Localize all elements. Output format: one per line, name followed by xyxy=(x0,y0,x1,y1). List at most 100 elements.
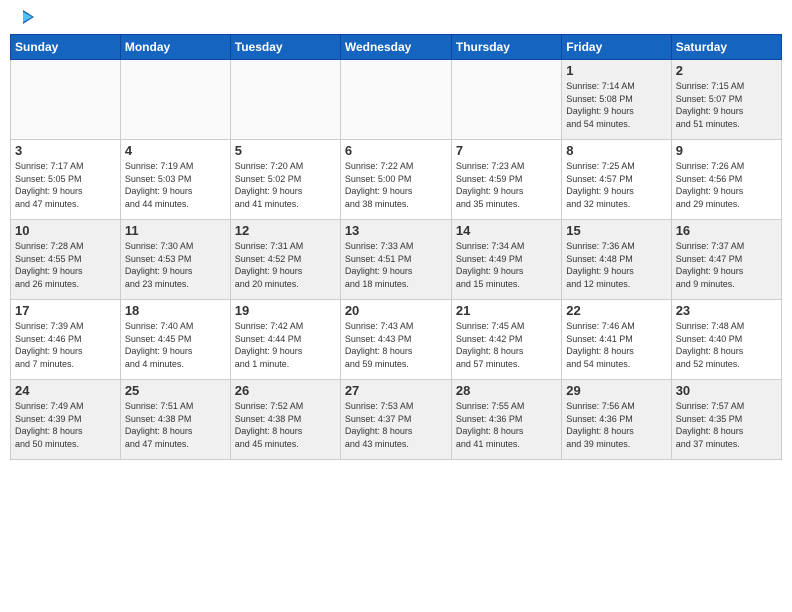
day-number: 30 xyxy=(676,383,777,398)
day-number: 6 xyxy=(345,143,447,158)
logo xyxy=(10,10,34,26)
day-info: Sunrise: 7:33 AMSunset: 4:51 PMDaylight:… xyxy=(345,240,447,290)
day-info: Sunrise: 7:26 AMSunset: 4:56 PMDaylight:… xyxy=(676,160,777,210)
day-info: Sunrise: 7:42 AMSunset: 4:44 PMDaylight:… xyxy=(235,320,336,370)
day-number: 16 xyxy=(676,223,777,238)
day-number: 17 xyxy=(15,303,116,318)
calendar-week-3: 10 Sunrise: 7:28 AMSunset: 4:55 PMDayligh… xyxy=(11,220,782,300)
table-row: 18 Sunrise: 7:40 AMSunset: 4:45 PMDayligh… xyxy=(120,300,230,380)
day-info: Sunrise: 7:46 AMSunset: 4:41 PMDaylight:… xyxy=(566,320,666,370)
day-number: 22 xyxy=(566,303,666,318)
table-row: 25Sunrise: 7:51 AMSunset: 4:38 PMDayligh… xyxy=(120,380,230,460)
col-monday: Monday xyxy=(120,35,230,60)
day-number: 14 xyxy=(456,223,557,238)
day-info: Sunrise: 7:52 AMSunset: 4:38 PMDaylight:… xyxy=(235,400,336,450)
day-number: 24 xyxy=(15,383,116,398)
table-row: 26 Sunrise: 7:52 AMSunset: 4:38 PMDayligh… xyxy=(230,380,340,460)
day-info: Sunrise: 7:28 AMSunset: 4:55 PMDaylight:… xyxy=(15,240,116,290)
col-wednesday: Wednesday xyxy=(340,35,451,60)
day-info: Sunrise: 7:49 AMSunset: 4:39 PMDaylight:… xyxy=(15,400,116,450)
table-row xyxy=(11,60,121,140)
day-info: Sunrise: 7:30 AMSunset: 4:53 PMDaylight:… xyxy=(125,240,226,290)
table-row: 29 Sunrise: 7:56 AMSunset: 4:36 PMDayligh… xyxy=(562,380,671,460)
day-number: 9 xyxy=(676,143,777,158)
day-number: 18 xyxy=(125,303,226,318)
day-number: 7 xyxy=(456,143,557,158)
day-info: Sunrise: 7:45 AMSunset: 4:42 PMDaylight:… xyxy=(456,320,557,370)
calendar-week-2: 3 Sunrise: 7:17 AMSunset: 5:05 PMDaylight… xyxy=(11,140,782,220)
table-row: 15 Sunrise: 7:36 AMSunset: 4:48 PMDayligh… xyxy=(562,220,671,300)
table-row: 23 Sunrise: 7:48 AMSunset: 4:40 PMDayligh… xyxy=(671,300,781,380)
col-thursday: Thursday xyxy=(451,35,561,60)
day-number: 26 xyxy=(235,383,336,398)
table-row: 12 Sunrise: 7:31 AMSunset: 4:52 PMDayligh… xyxy=(230,220,340,300)
day-number: 1 xyxy=(566,63,666,78)
day-info: Sunrise: 7:43 AMSunset: 4:43 PMDaylight:… xyxy=(345,320,447,370)
table-row: 8 Sunrise: 7:25 AMSunset: 4:57 PMDaylight… xyxy=(562,140,671,220)
table-row: 27Sunrise: 7:53 AMSunset: 4:37 PMDayligh… xyxy=(340,380,451,460)
calendar-week-1: 1 Sunrise: 7:14 AMSunset: 5:08 PMDaylight… xyxy=(11,60,782,140)
day-info: Sunrise: 7:25 AMSunset: 4:57 PMDaylight:… xyxy=(566,160,666,210)
day-info: Sunrise: 7:15 AMSunset: 5:07 PMDaylight:… xyxy=(676,80,777,130)
day-info: Sunrise: 7:48 AMSunset: 4:40 PMDaylight:… xyxy=(676,320,777,370)
day-number: 8 xyxy=(566,143,666,158)
table-row: 4 Sunrise: 7:19 AMSunset: 5:03 PMDaylight… xyxy=(120,140,230,220)
day-info: Sunrise: 7:40 AMSunset: 4:45 PMDaylight:… xyxy=(125,320,226,370)
logo-icon xyxy=(12,9,34,25)
day-number: 13 xyxy=(345,223,447,238)
day-info: Sunrise: 7:56 AMSunset: 4:36 PMDaylight:… xyxy=(566,400,666,450)
table-row: 7 Sunrise: 7:23 AMSunset: 4:59 PMDaylight… xyxy=(451,140,561,220)
day-number: 21 xyxy=(456,303,557,318)
day-info: Sunrise: 7:20 AMSunset: 5:02 PMDaylight:… xyxy=(235,160,336,210)
table-row: 16 Sunrise: 7:37 AMSunset: 4:47 PMDayligh… xyxy=(671,220,781,300)
table-row xyxy=(120,60,230,140)
table-row: 14 Sunrise: 7:34 AMSunset: 4:49 PMDayligh… xyxy=(451,220,561,300)
day-info: Sunrise: 7:14 AMSunset: 5:08 PMDaylight:… xyxy=(566,80,666,130)
table-row: 20Sunrise: 7:43 AMSunset: 4:43 PMDayligh… xyxy=(340,300,451,380)
col-sunday: Sunday xyxy=(11,35,121,60)
day-number: 10 xyxy=(15,223,116,238)
table-row: 10 Sunrise: 7:28 AMSunset: 4:55 PMDayligh… xyxy=(11,220,121,300)
table-row: 2 Sunrise: 7:15 AMSunset: 5:07 PMDaylight… xyxy=(671,60,781,140)
day-info: Sunrise: 7:36 AMSunset: 4:48 PMDaylight:… xyxy=(566,240,666,290)
day-info: Sunrise: 7:37 AMSunset: 4:47 PMDaylight:… xyxy=(676,240,777,290)
day-number: 29 xyxy=(566,383,666,398)
page: Sunday Monday Tuesday Wednesday Thursday… xyxy=(0,0,792,612)
table-row: 6Sunrise: 7:22 AMSunset: 5:00 PMDaylight… xyxy=(340,140,451,220)
day-info: Sunrise: 7:19 AMSunset: 5:03 PMDaylight:… xyxy=(125,160,226,210)
table-row: 9 Sunrise: 7:26 AMSunset: 4:56 PMDaylight… xyxy=(671,140,781,220)
table-row: 3 Sunrise: 7:17 AMSunset: 5:05 PMDaylight… xyxy=(11,140,121,220)
day-info: Sunrise: 7:23 AMSunset: 4:59 PMDaylight:… xyxy=(456,160,557,210)
day-info: Sunrise: 7:31 AMSunset: 4:52 PMDaylight:… xyxy=(235,240,336,290)
day-number: 25 xyxy=(125,383,226,398)
day-number: 23 xyxy=(676,303,777,318)
day-number: 12 xyxy=(235,223,336,238)
day-number: 2 xyxy=(676,63,777,78)
calendar-week-5: 24 Sunrise: 7:49 AMSunset: 4:39 PMDayligh… xyxy=(11,380,782,460)
table-row: 1 Sunrise: 7:14 AMSunset: 5:08 PMDaylight… xyxy=(562,60,671,140)
day-info: Sunrise: 7:53 AMSunset: 4:37 PMDaylight:… xyxy=(345,400,447,450)
col-saturday: Saturday xyxy=(671,35,781,60)
day-info: Sunrise: 7:17 AMSunset: 5:05 PMDaylight:… xyxy=(15,160,116,210)
day-info: Sunrise: 7:34 AMSunset: 4:49 PMDaylight:… xyxy=(456,240,557,290)
table-row: 11 Sunrise: 7:30 AMSunset: 4:53 PMDayligh… xyxy=(120,220,230,300)
table-row: 5 Sunrise: 7:20 AMSunset: 5:02 PMDaylight… xyxy=(230,140,340,220)
day-number: 15 xyxy=(566,223,666,238)
table-row: 28 Sunrise: 7:55 AMSunset: 4:36 PMDayligh… xyxy=(451,380,561,460)
day-number: 5 xyxy=(235,143,336,158)
table-row xyxy=(230,60,340,140)
day-number: 3 xyxy=(15,143,116,158)
table-row: 30Sunrise: 7:57 AMSunset: 4:35 PMDayligh… xyxy=(671,380,781,460)
table-row xyxy=(340,60,451,140)
header xyxy=(10,10,782,26)
table-row: 17 Sunrise: 7:39 AMSunset: 4:46 PMDayligh… xyxy=(11,300,121,380)
day-number: 28 xyxy=(456,383,557,398)
col-friday: Friday xyxy=(562,35,671,60)
day-info: Sunrise: 7:55 AMSunset: 4:36 PMDaylight:… xyxy=(456,400,557,450)
table-row: 24 Sunrise: 7:49 AMSunset: 4:39 PMDayligh… xyxy=(11,380,121,460)
day-number: 11 xyxy=(125,223,226,238)
day-number: 4 xyxy=(125,143,226,158)
day-info: Sunrise: 7:39 AMSunset: 4:46 PMDaylight:… xyxy=(15,320,116,370)
table-row: 22 Sunrise: 7:46 AMSunset: 4:41 PMDayligh… xyxy=(562,300,671,380)
calendar: Sunday Monday Tuesday Wednesday Thursday… xyxy=(10,34,782,460)
